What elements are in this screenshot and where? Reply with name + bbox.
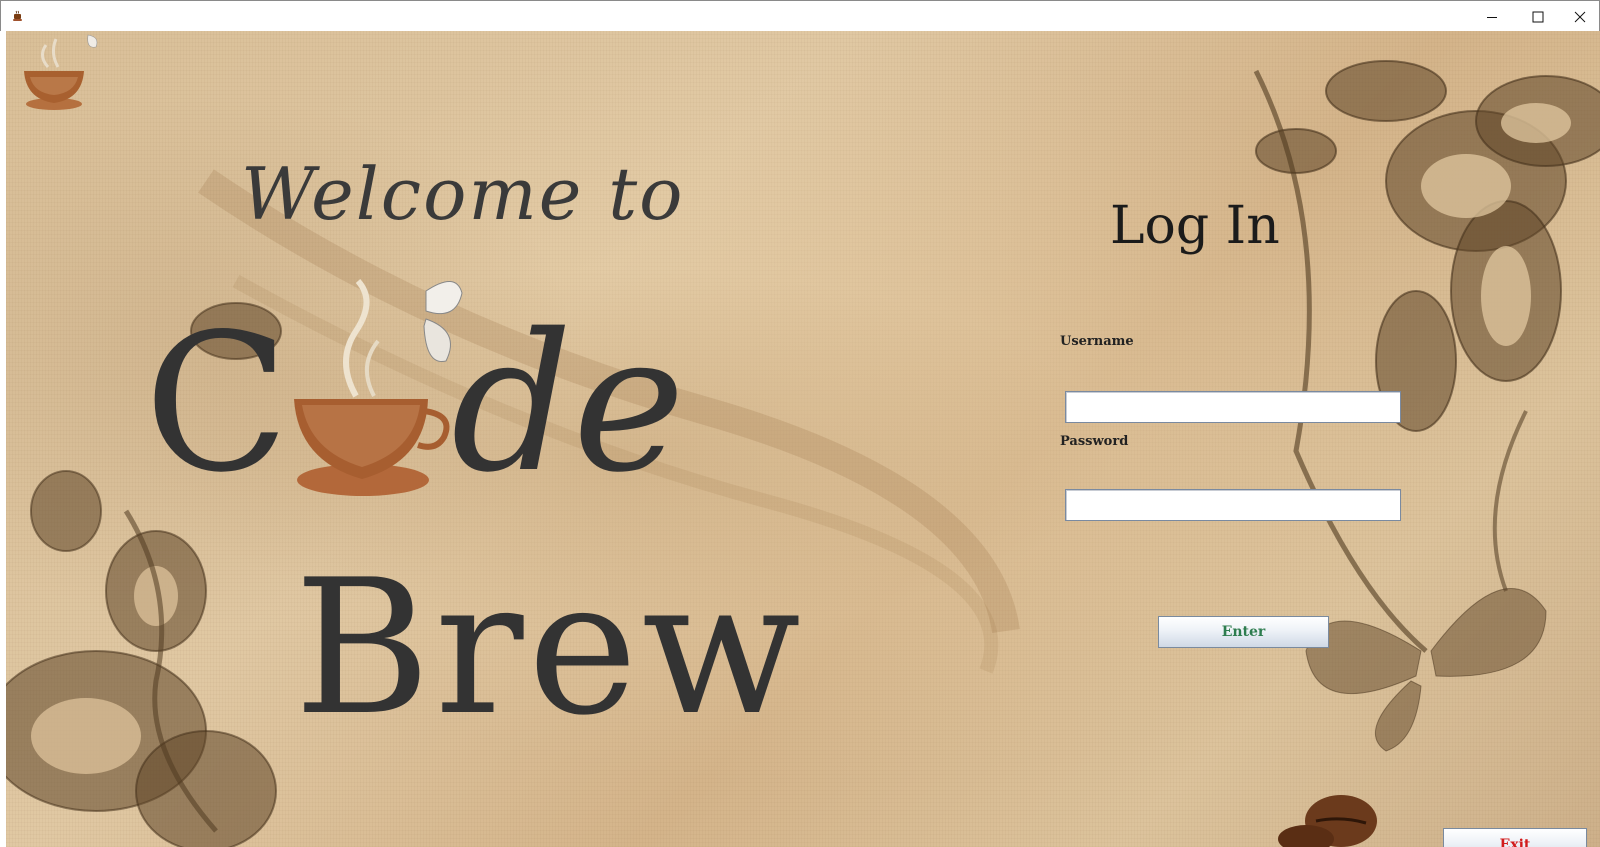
password-label: Password xyxy=(1060,434,1129,449)
brand-word-brew: Brew xyxy=(294,539,805,756)
app-cup-icon xyxy=(13,10,22,21)
password-input[interactable] xyxy=(1065,489,1401,521)
brand-letters-de: de xyxy=(451,293,686,514)
welcome-heading: Welcome to xyxy=(241,152,685,236)
corner-cup-logo xyxy=(24,34,98,110)
enter-button[interactable]: Enter xyxy=(1158,616,1329,648)
login-screen: Welcome to C de Brew Log In Username Pas… xyxy=(6,31,1600,847)
minimize-button[interactable] xyxy=(1469,2,1515,31)
maximize-button[interactable] xyxy=(1515,2,1561,31)
brand-letter-c: C xyxy=(144,293,290,514)
login-title: Log In xyxy=(1110,196,1280,256)
maximize-icon xyxy=(1532,11,1544,22)
close-icon xyxy=(1574,11,1586,22)
username-input[interactable] xyxy=(1065,391,1401,423)
exit-button[interactable]: Exit xyxy=(1443,828,1587,847)
close-window-button[interactable] xyxy=(1561,2,1599,31)
window-titlebar xyxy=(0,0,1600,31)
minimize-icon xyxy=(1487,16,1497,18)
username-label: Username xyxy=(1060,334,1134,349)
